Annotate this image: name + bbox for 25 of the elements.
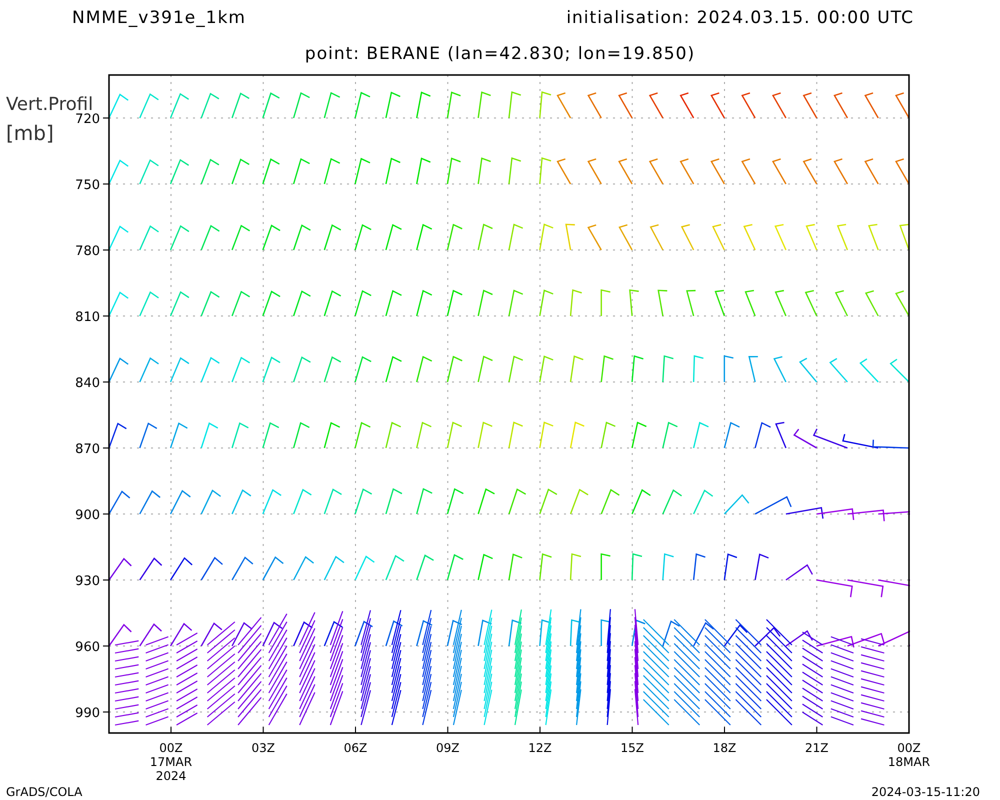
timestamp: 2024-03-15-11:20 xyxy=(871,784,980,800)
y-tick-label: 840 xyxy=(75,376,100,391)
y-tick-label: 900 xyxy=(75,508,100,523)
x-tick-label: 18Z xyxy=(712,741,736,755)
x-tick-label: 06Z xyxy=(344,741,368,755)
y-tick-label: 720 xyxy=(75,112,100,127)
plot-subtitle: point: BERANE (lan=42.830; lon=19.850) xyxy=(304,43,696,64)
credit-label: GrADS/COLA xyxy=(6,784,82,800)
x-tick-label: 15Z xyxy=(620,741,644,755)
x-tick-label: 00Z 17MAR 2024 xyxy=(150,741,192,783)
y-tick-label: 990 xyxy=(75,706,100,721)
x-tick-label: 00Z 18MAR xyxy=(888,741,930,769)
x-tick-label: 21Z xyxy=(805,741,828,755)
model-name: NMME_v391e_1km xyxy=(72,7,246,30)
x-tick-label: 09Z xyxy=(436,741,460,755)
y-tick-label: 930 xyxy=(75,574,100,589)
y-tick-label: 750 xyxy=(75,178,100,193)
y-tick-label: 810 xyxy=(75,310,100,325)
initialisation-time: initialisation: 2024.03.15. 00:00 UTC xyxy=(566,7,914,30)
y-axis-unit: [mb] xyxy=(6,121,54,145)
y-tick-label: 780 xyxy=(75,244,100,259)
y-tick-label: 960 xyxy=(75,640,100,655)
y-tick-label: 870 xyxy=(75,442,100,457)
x-tick-label: 12Z xyxy=(528,741,552,755)
x-tick-label: 03Z xyxy=(252,741,275,755)
